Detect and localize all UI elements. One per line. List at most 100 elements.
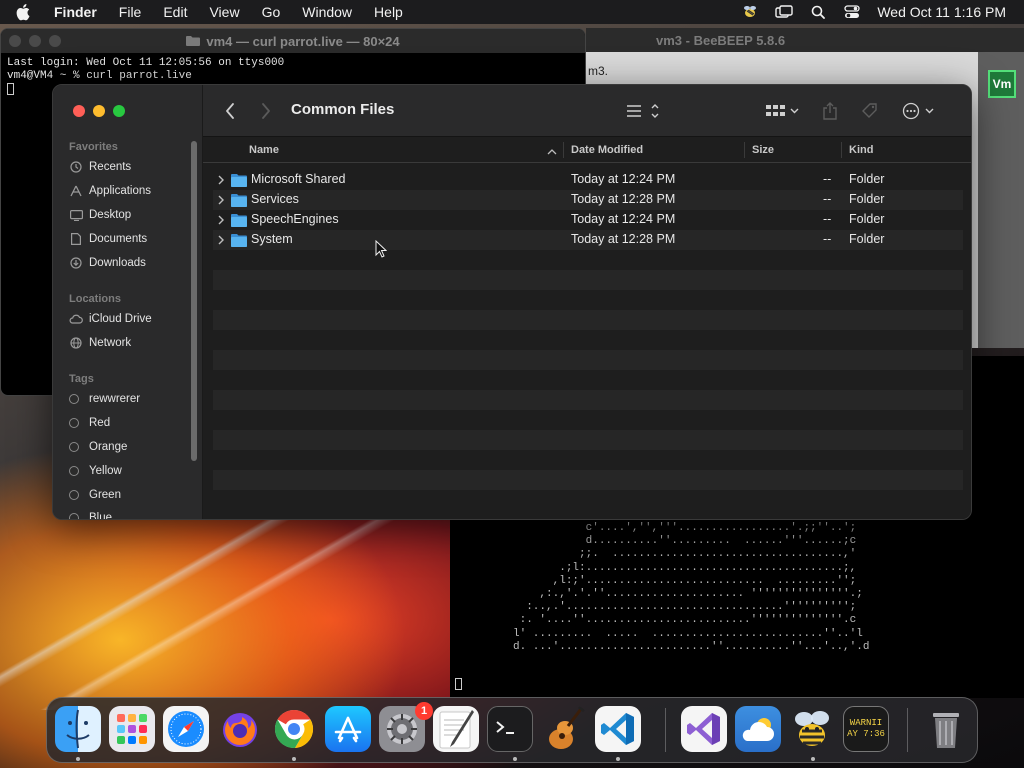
dock-app-store[interactable] bbox=[325, 706, 371, 752]
column-header-size[interactable]: Size bbox=[752, 144, 774, 156]
disclosure-chevron-icon[interactable] bbox=[217, 194, 227, 206]
sidebar-item-label: Red bbox=[89, 417, 111, 429]
vm-user-avatar[interactable]: Vm bbox=[988, 70, 1016, 98]
dock-finder[interactable] bbox=[55, 706, 101, 752]
desktop-icon bbox=[69, 208, 83, 222]
sidebar-scrollbar[interactable] bbox=[191, 141, 197, 461]
terminal-titlebar[interactable]: vm4 — curl parrot.live — 80×24 bbox=[1, 29, 585, 53]
dock-firefox[interactable] bbox=[217, 706, 263, 752]
close-button[interactable] bbox=[9, 35, 21, 47]
dock-launchpad[interactable] bbox=[109, 706, 155, 752]
sidebar-tag-blue[interactable]: Blue bbox=[69, 508, 112, 519]
screen-mirroring-icon[interactable] bbox=[775, 4, 794, 20]
app-store-icon bbox=[334, 716, 362, 743]
sort-ascending-icon[interactable] bbox=[547, 146, 557, 158]
bee-status-icon[interactable] bbox=[741, 4, 759, 20]
menu-app-name[interactable]: Finder bbox=[54, 4, 97, 20]
table-row[interactable]: SpeechEngines Today at 12:24 PM -- Folde… bbox=[213, 210, 963, 230]
tag-icon[interactable] bbox=[859, 99, 881, 123]
column-header-name[interactable]: Name bbox=[249, 144, 279, 156]
tag-dot-icon bbox=[69, 418, 79, 428]
dock-safari[interactable] bbox=[163, 706, 209, 752]
dock-terminal[interactable] bbox=[487, 706, 533, 752]
minimize-button[interactable] bbox=[93, 105, 105, 117]
dock-beebeep[interactable] bbox=[789, 706, 835, 752]
minimize-button[interactable] bbox=[29, 35, 41, 47]
sidebar-item-documents[interactable]: Documents bbox=[69, 229, 147, 249]
disclosure-chevron-icon[interactable] bbox=[217, 214, 227, 226]
share-icon[interactable] bbox=[819, 99, 841, 123]
dock-weather[interactable] bbox=[735, 706, 781, 752]
dock-trash[interactable] bbox=[923, 706, 969, 752]
column-header-kind[interactable]: Kind bbox=[849, 144, 873, 156]
sidebar-item-label: iCloud Drive bbox=[89, 313, 152, 325]
menu-go[interactable]: Go bbox=[262, 4, 281, 20]
dock-chrome[interactable] bbox=[271, 706, 317, 752]
dock-textedit[interactable] bbox=[433, 706, 479, 752]
group-by-button[interactable] bbox=[763, 99, 803, 123]
document-icon bbox=[69, 232, 83, 246]
sidebar-tag-red[interactable]: Red bbox=[69, 413, 110, 433]
column-header-date[interactable]: Date Modified bbox=[571, 144, 643, 156]
disclosure-chevron-icon[interactable] bbox=[217, 174, 227, 186]
control-center-icon[interactable] bbox=[843, 4, 861, 20]
finder-window[interactable]: Favorites Recents Applications Desktop D… bbox=[52, 84, 972, 520]
table-row[interactable]: System Today at 12:28 PM -- Folder bbox=[213, 230, 963, 250]
running-indicator bbox=[811, 757, 815, 761]
menu-view[interactable]: View bbox=[209, 4, 239, 20]
back-button[interactable] bbox=[219, 100, 241, 122]
action-menu-button[interactable] bbox=[901, 99, 937, 123]
sidebar-tag-green[interactable]: Green bbox=[69, 485, 121, 505]
zoom-button[interactable] bbox=[113, 105, 125, 117]
finder-window-controls bbox=[73, 105, 125, 117]
menu-edit[interactable]: Edit bbox=[163, 4, 187, 20]
list-header: Name Date Modified Size Kind bbox=[203, 137, 971, 163]
column-divider[interactable] bbox=[563, 142, 564, 158]
sidebar-item-downloads[interactable]: Downloads bbox=[69, 253, 146, 273]
dock-garageband[interactable] bbox=[541, 706, 587, 752]
apple-menu-icon[interactable] bbox=[16, 2, 36, 22]
menu-help[interactable]: Help bbox=[374, 4, 403, 20]
bee-icon bbox=[795, 711, 829, 746]
dock-console[interactable]: WARNII AY 7:36 bbox=[843, 706, 889, 752]
spotlight-search-icon[interactable] bbox=[809, 4, 827, 20]
menu-file[interactable]: File bbox=[119, 4, 142, 20]
disclosure-chevron-icon[interactable] bbox=[217, 234, 227, 246]
view-list-button[interactable] bbox=[623, 99, 663, 123]
finder-toolbar: Common Files bbox=[203, 85, 971, 137]
dock-vscode[interactable] bbox=[595, 706, 641, 752]
running-indicator bbox=[616, 757, 620, 761]
file-size: -- bbox=[823, 212, 832, 226]
sidebar-tag-yellow[interactable]: Yellow bbox=[69, 461, 122, 481]
menu-window[interactable]: Window bbox=[302, 4, 352, 20]
zoom-button[interactable] bbox=[49, 35, 61, 47]
sidebar-section-favorites: Favorites bbox=[69, 141, 118, 153]
forward-button[interactable] bbox=[255, 100, 277, 122]
column-divider[interactable] bbox=[841, 142, 842, 158]
column-divider[interactable] bbox=[744, 142, 745, 158]
sidebar-item-label: Downloads bbox=[89, 257, 146, 269]
table-row[interactable]: Microsoft Shared Today at 12:24 PM -- Fo… bbox=[213, 170, 963, 190]
file-size: -- bbox=[823, 192, 832, 206]
sidebar-item-desktop[interactable]: Desktop bbox=[69, 205, 131, 225]
menu-clock[interactable]: Wed Oct 11 1:16 PM bbox=[877, 4, 1006, 20]
parrot-ascii-art: c'....','','''.................'.;;''..'… bbox=[513, 522, 870, 653]
dock-visual-studio[interactable] bbox=[681, 706, 727, 752]
sidebar-item-icloud-drive[interactable]: iCloud Drive bbox=[69, 309, 152, 329]
folder-icon bbox=[186, 34, 201, 49]
beebeep-title: vm3 - BeeBEEP 5.8.6 bbox=[656, 32, 786, 48]
close-button[interactable] bbox=[73, 105, 85, 117]
folder-icon bbox=[231, 233, 247, 247]
file-date: Today at 12:28 PM bbox=[571, 232, 676, 246]
sidebar-item-applications[interactable]: Applications bbox=[69, 181, 151, 201]
beebeep-chat-text: m3. bbox=[588, 64, 609, 78]
sidebar-item-network[interactable]: Network bbox=[69, 333, 131, 353]
beebeep-titlebar[interactable]: vm3 - BeeBEEP 5.8.6 bbox=[586, 28, 1024, 52]
table-row[interactable]: Services Today at 12:28 PM -- Folder bbox=[213, 190, 963, 210]
sidebar-tag-orange[interactable]: Orange bbox=[69, 437, 127, 457]
visual-studio-icon bbox=[687, 713, 720, 745]
sidebar-tag-rewwrerer[interactable]: rewwrerer bbox=[69, 389, 140, 409]
globe-icon bbox=[69, 336, 83, 350]
console-icon: WARNII AY 7:36 bbox=[847, 718, 885, 740]
sidebar-item-recents[interactable]: Recents bbox=[69, 157, 131, 177]
